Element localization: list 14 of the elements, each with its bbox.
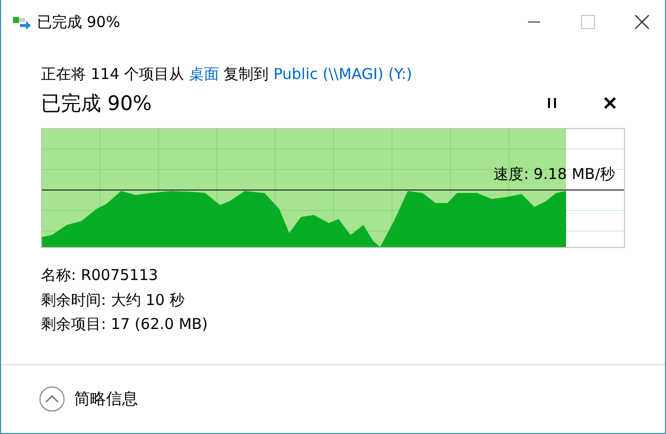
speed-label: 速度: 9.18 MB/秒: [494, 165, 615, 184]
collapse-icon[interactable]: [39, 386, 65, 412]
progress-heading: 已完成 90%: [41, 90, 153, 116]
details-toggle-link[interactable]: 简略信息: [74, 388, 138, 410]
copy-icon: [13, 15, 31, 29]
detail-line: 剩余项目: 17 (62.0 MB): [41, 314, 208, 335]
source-link[interactable]: 桌面: [188, 65, 219, 83]
minimize-icon[interactable]: [528, 21, 540, 23]
detail-line: 剩余时间: 大约 10 秒: [41, 290, 184, 310]
detail-line: 名称: R0075113: [41, 265, 158, 286]
destination-link[interactable]: Public (\\MAGI) (Y:): [273, 65, 412, 83]
window-title: 已完成 90%: [37, 12, 122, 32]
copy-status-message: 正在将 114 个项目从 桌面 复制到 Public (\\MAGI) (Y:): [41, 64, 414, 84]
close-icon[interactable]: [635, 15, 649, 29]
